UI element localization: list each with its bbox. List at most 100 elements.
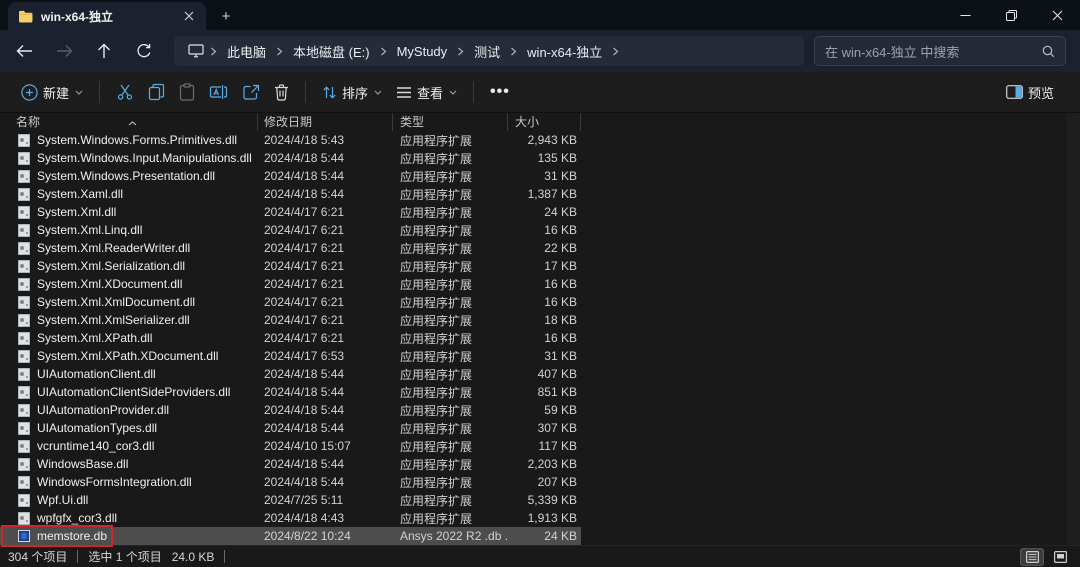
file-type: 应用程序扩展	[393, 258, 508, 275]
table-row[interactable]: System.Xml.dll 2024/4/17 6:21 应用程序扩展 24 …	[0, 203, 581, 221]
file-type: 应用程序扩展	[393, 348, 508, 365]
chevron-right-icon	[274, 47, 285, 56]
cut-button[interactable]	[109, 76, 141, 108]
file-size: 2,943 KB	[508, 133, 581, 147]
table-row[interactable]: System.Windows.Forms.Primitives.dll 2024…	[0, 131, 581, 149]
table-row[interactable]: System.Xml.Serialization.dll 2024/4/17 6…	[0, 257, 581, 275]
breadcrumb-item-drive-e[interactable]: 本地磁盘 (E:)	[285, 42, 378, 61]
more-options-button[interactable]: •••	[483, 76, 517, 108]
table-row[interactable]: memstore.db 2024/8/22 10:24 Ansys 2022 R…	[0, 527, 581, 545]
dll-file-icon	[18, 296, 30, 309]
file-date-modified: 2024/8/22 10:24	[258, 529, 393, 543]
file-type: 应用程序扩展	[393, 132, 508, 149]
header-size[interactable]: 大小	[508, 113, 581, 131]
selection-size: 24.0 KB	[172, 550, 215, 564]
sort-button[interactable]: 排序	[315, 76, 389, 108]
file-date-modified: 2024/4/18 5:44	[258, 151, 393, 165]
header-date-modified[interactable]: 修改日期	[258, 113, 393, 131]
table-row[interactable]: WindowsBase.dll 2024/4/18 5:44 应用程序扩展 2,…	[0, 455, 581, 473]
file-size: 16 KB	[508, 277, 581, 291]
file-name: UIAutomationTypes.dll	[37, 421, 157, 435]
explorer-tab[interactable]: win-x64-独立	[8, 2, 206, 30]
breadcrumb-item-this-pc[interactable]: 此电脑	[219, 42, 274, 61]
table-row[interactable]: UIAutomationTypes.dll 2024/4/18 5:44 应用程…	[0, 419, 581, 437]
chevron-down-icon	[449, 90, 457, 95]
file-type: 应用程序扩展	[393, 168, 508, 185]
file-date-modified: 2024/4/18 5:44	[258, 187, 393, 201]
view-button[interactable]: 查看	[389, 76, 464, 108]
minimize-button[interactable]	[942, 0, 988, 30]
restore-button[interactable]	[988, 0, 1034, 30]
paste-button[interactable]	[172, 76, 202, 108]
file-size: 407 KB	[508, 367, 581, 381]
dll-file-icon	[18, 350, 30, 363]
table-row[interactable]: Wpf.Ui.dll 2024/7/25 5:11 应用程序扩展 5,339 K…	[0, 491, 581, 509]
file-type: 应用程序扩展	[393, 510, 508, 527]
file-date-modified: 2024/4/18 5:44	[258, 169, 393, 183]
search-icon[interactable]	[1042, 45, 1055, 58]
file-size: 1,913 KB	[508, 511, 581, 525]
back-button[interactable]	[14, 41, 34, 61]
table-row[interactable]: System.Xml.XPath.dll 2024/4/17 6:21 应用程序…	[0, 329, 581, 347]
file-name: WindowsFormsIntegration.dll	[37, 475, 192, 489]
file-name: Wpf.Ui.dll	[37, 493, 88, 507]
table-row[interactable]: System.Xml.ReaderWriter.dll 2024/4/17 6:…	[0, 239, 581, 257]
breadcrumb-item-mystudy[interactable]: MyStudy	[389, 44, 456, 59]
new-tab-button[interactable]: +	[212, 2, 240, 30]
table-row[interactable]: System.Xaml.dll 2024/4/18 5:44 应用程序扩展 1,…	[0, 185, 581, 203]
table-row[interactable]: wpfgfx_cor3.dll 2024/4/18 4:43 应用程序扩展 1,…	[0, 509, 581, 527]
table-row[interactable]: System.Xml.XmlDocument.dll 2024/4/17 6:2…	[0, 293, 581, 311]
table-row[interactable]: UIAutomationClient.dll 2024/4/18 5:44 应用…	[0, 365, 581, 383]
table-row[interactable]: System.Xml.Linq.dll 2024/4/17 6:21 应用程序扩…	[0, 221, 581, 239]
table-row[interactable]: System.Windows.Presentation.dll 2024/4/1…	[0, 167, 581, 185]
file-type: 应用程序扩展	[393, 384, 508, 401]
table-row[interactable]: System.Xml.XDocument.dll 2024/4/17 6:21 …	[0, 275, 581, 293]
table-row[interactable]: WindowsFormsIntegration.dll 2024/4/18 5:…	[0, 473, 581, 491]
dll-file-icon	[18, 134, 30, 147]
search-placeholder: 在 win-x64-独立 中搜索	[825, 42, 1042, 61]
up-button[interactable]	[94, 41, 114, 61]
thumbnail-view-button[interactable]	[1048, 548, 1072, 566]
tab-title: win-x64-独立	[41, 8, 180, 25]
tab-close-icon[interactable]	[180, 7, 198, 25]
breadcrumb-item-win-x64[interactable]: win-x64-独立	[519, 42, 610, 61]
file-type: 应用程序扩展	[393, 150, 508, 167]
table-row[interactable]: vcruntime140_cor3.dll 2024/4/10 15:07 应用…	[0, 437, 581, 455]
file-name: UIAutomationClient.dll	[37, 367, 156, 381]
header-type[interactable]: 类型	[393, 113, 508, 131]
status-bar: 304 个项目 选中 1 个项目 24.0 KB	[0, 545, 1080, 567]
scrollbar[interactable]	[1067, 113, 1080, 545]
new-button[interactable]: 新建	[14, 76, 90, 108]
dll-file-icon	[18, 152, 30, 165]
delete-button[interactable]	[267, 76, 296, 108]
file-size: 17 KB	[508, 259, 581, 273]
dll-file-icon	[18, 368, 30, 381]
breadcrumb[interactable]: 此电脑 本地磁盘 (E:) MyStudy 测试 win-x64-独立	[174, 36, 804, 66]
file-type: 应用程序扩展	[393, 456, 508, 473]
preview-pane-icon	[1006, 85, 1023, 99]
preview-button[interactable]: 预览	[999, 76, 1066, 108]
copy-button[interactable]	[141, 76, 172, 108]
details-view-button[interactable]	[1020, 548, 1044, 566]
table-row[interactable]: UIAutomationClientSideProviders.dll 2024…	[0, 383, 581, 401]
share-button[interactable]	[235, 76, 267, 108]
close-button[interactable]	[1034, 0, 1080, 30]
titlebar: win-x64-独立 +	[0, 0, 1080, 30]
table-row[interactable]: System.Xml.XPath.XDocument.dll 2024/4/17…	[0, 347, 581, 365]
rename-button[interactable]	[202, 76, 235, 108]
dll-file-icon	[18, 206, 30, 219]
file-type: 应用程序扩展	[393, 474, 508, 491]
file-name: System.Xml.Linq.dll	[37, 223, 142, 237]
column-headers: 名称 修改日期 类型 大小	[0, 113, 581, 131]
breadcrumb-item-test[interactable]: 测试	[466, 42, 508, 61]
dll-file-icon	[18, 386, 30, 399]
forward-button[interactable]	[54, 41, 74, 61]
refresh-button[interactable]	[134, 41, 154, 61]
table-row[interactable]: System.Xml.XmlSerializer.dll 2024/4/17 6…	[0, 311, 581, 329]
file-type: 应用程序扩展	[393, 240, 508, 257]
this-pc-icon[interactable]	[180, 44, 208, 58]
table-row[interactable]: UIAutomationProvider.dll 2024/4/18 5:44 …	[0, 401, 581, 419]
search-input[interactable]: 在 win-x64-独立 中搜索	[814, 36, 1066, 66]
table-row[interactable]: System.Windows.Input.Manipulations.dll 2…	[0, 149, 581, 167]
header-name[interactable]: 名称	[16, 113, 258, 131]
